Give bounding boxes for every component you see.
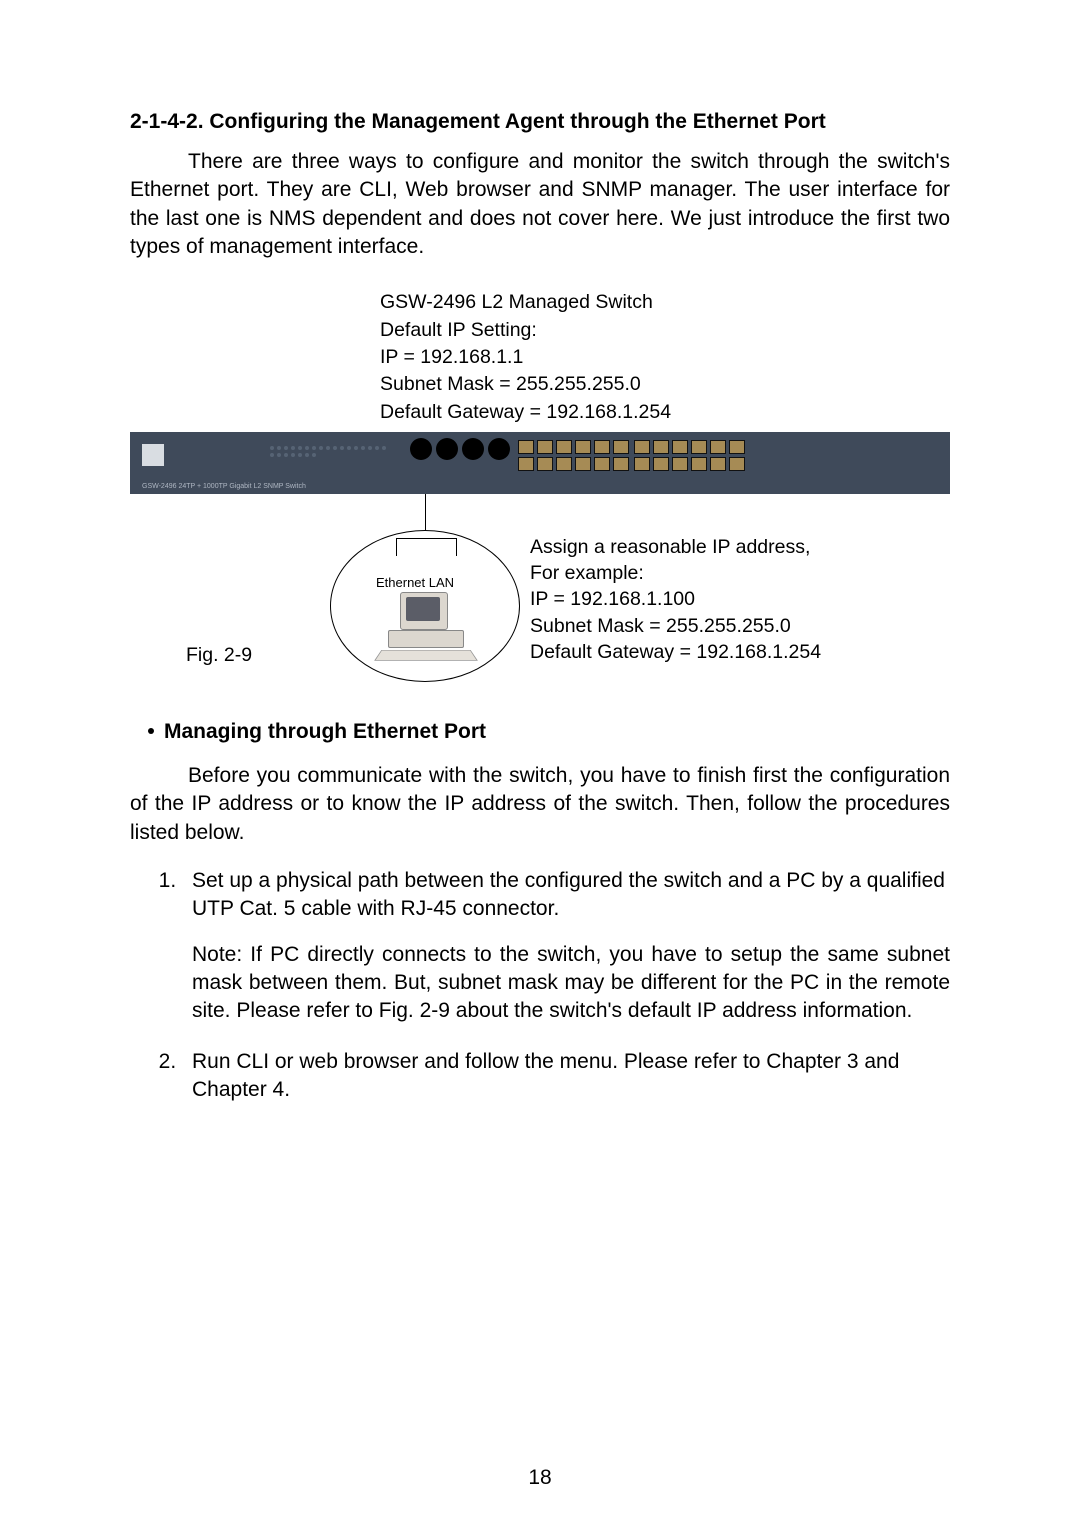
sub-intro-paragraph: Before you communicate with the switch, … (130, 762, 950, 847)
switch-config-ip: IP = 192.168.1.1 (380, 344, 950, 371)
lan-diagram: Ethernet LAN Fig. 2-9 Assign a reasonabl… (130, 494, 950, 694)
sub-heading: Managing through Ethernet Port (148, 720, 950, 744)
bullet-icon (148, 728, 154, 734)
branch-leg-right (456, 538, 457, 556)
branch-top (396, 538, 456, 561)
section-number: 2-1-4-2. (130, 110, 204, 133)
port-block-2 (634, 440, 745, 471)
section-heading: 2-1-4-2. Configuring the Management Agen… (130, 110, 950, 134)
page-number: 18 (0, 1466, 1080, 1490)
fan-icon (410, 438, 432, 460)
switch-device-graphic: GSW-2496 24TP + 1000TP Gigabit L2 SNMP S… (130, 432, 950, 494)
step-1-note: Note: If PC directly connects to the swi… (192, 941, 950, 1025)
pc-config-gateway: Default Gateway = 192.168.1.254 (530, 639, 821, 665)
pc-config-line1: Assign a reasonable IP address, (530, 534, 821, 560)
switch-logo-icon (142, 444, 164, 466)
cable-line (425, 494, 426, 530)
procedure-step-2: Run CLI or web browser and follow the me… (182, 1048, 950, 1104)
step-2-text: Run CLI or web browser and follow the me… (192, 1050, 899, 1101)
led-panel (270, 446, 390, 457)
fan-icon (462, 438, 484, 460)
pc-keyboard-icon (374, 650, 478, 661)
lan-label: Ethernet LAN (376, 575, 454, 590)
pc-config-line2: For example: (530, 560, 821, 586)
switch-config-mask: Subnet Mask = 255.255.255.0 (380, 371, 950, 398)
switch-fans (410, 438, 510, 460)
pc-screen-icon (406, 597, 440, 621)
switch-model-text: GSW-2496 24TP + 1000TP Gigabit L2 SNMP S… (142, 483, 306, 490)
document-page: 2-1-4-2. Configuring the Management Agen… (0, 0, 1080, 1526)
figure-2-9: GSW-2496 24TP + 1000TP Gigabit L2 SNMP S… (130, 432, 950, 694)
procedure-list: Set up a physical path between the confi… (130, 867, 950, 1104)
section-title: Configuring the Management Agent through… (209, 110, 825, 133)
switch-config-setting-label: Default IP Setting: (380, 317, 950, 344)
branch-leg-left (396, 538, 397, 556)
pc-config-ip: IP = 192.168.1.100 (530, 586, 821, 612)
switch-config-title: GSW-2496 L2 Managed Switch (380, 289, 950, 316)
procedure-step-1: Set up a physical path between the confi… (182, 867, 950, 1026)
switch-config-gateway: Default Gateway = 192.168.1.254 (380, 399, 950, 426)
pc-config-mask: Subnet Mask = 255.255.255.0 (530, 613, 821, 639)
sub-heading-text: Managing through Ethernet Port (164, 720, 486, 743)
fan-icon (436, 438, 458, 460)
fan-icon (488, 438, 510, 460)
figure-caption: Fig. 2-9 (186, 644, 252, 667)
step-1-text: Set up a physical path between the confi… (192, 869, 945, 920)
pc-base-icon (388, 630, 464, 648)
port-block-1 (518, 440, 629, 471)
pc-config-block: Assign a reasonable IP address, For exam… (530, 534, 821, 666)
switch-default-config: GSW-2496 L2 Managed Switch Default IP Se… (380, 289, 950, 425)
intro-paragraph: There are three ways to configure and mo… (130, 148, 950, 261)
